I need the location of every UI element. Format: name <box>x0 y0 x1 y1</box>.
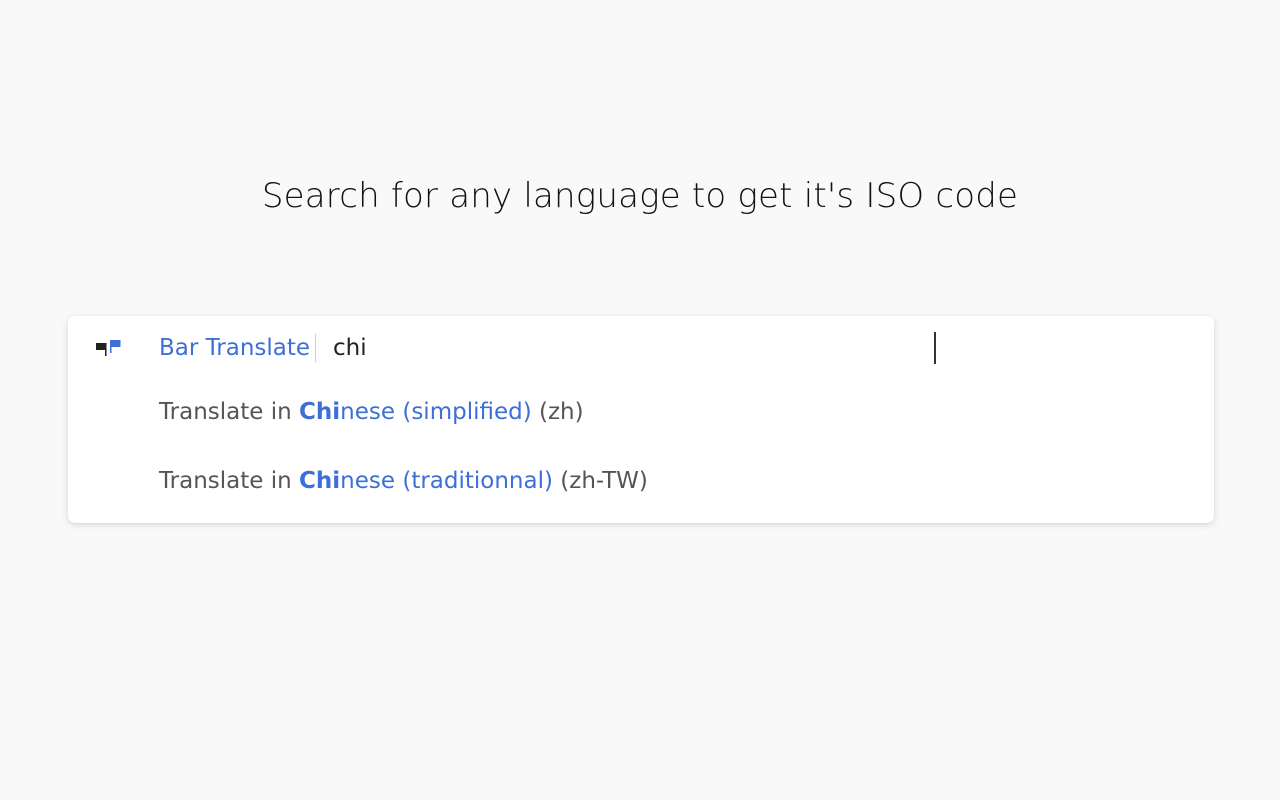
suggestion-prefix: Translate in <box>159 399 300 425</box>
suggestion-match: Chi <box>299 468 341 494</box>
omnibox-input-row[interactable]: Bar Translate chi <box>68 332 1214 364</box>
suggestion-prefix: Translate in <box>159 468 300 494</box>
suggestion-item[interactable]: Translate in Chinese (traditionnal) (zh-… <box>159 468 648 494</box>
suggestion-language: nese (simplified) <box>340 399 532 425</box>
extension-name: Bar Translate <box>159 335 311 361</box>
text-caret <box>934 332 936 364</box>
suggestion-item[interactable]: Translate in Chinese (simplified) (zh) <box>159 399 584 425</box>
suggestion-iso-code: (zh-TW) <box>560 468 648 494</box>
page-heading: Search for any language to get it's ISO … <box>261 176 1019 216</box>
suggestion-iso-code: (zh) <box>539 399 584 425</box>
omnibox-query-input[interactable]: chi <box>333 335 933 361</box>
suggestion-language: nese (traditionnal) <box>340 468 553 494</box>
omnibox-dropdown: Bar Translate chi Translate in Chinese (… <box>68 316 1214 523</box>
flags-icon <box>96 340 121 356</box>
suggestion-match: Chi <box>299 399 341 425</box>
keyword-divider <box>315 334 316 362</box>
